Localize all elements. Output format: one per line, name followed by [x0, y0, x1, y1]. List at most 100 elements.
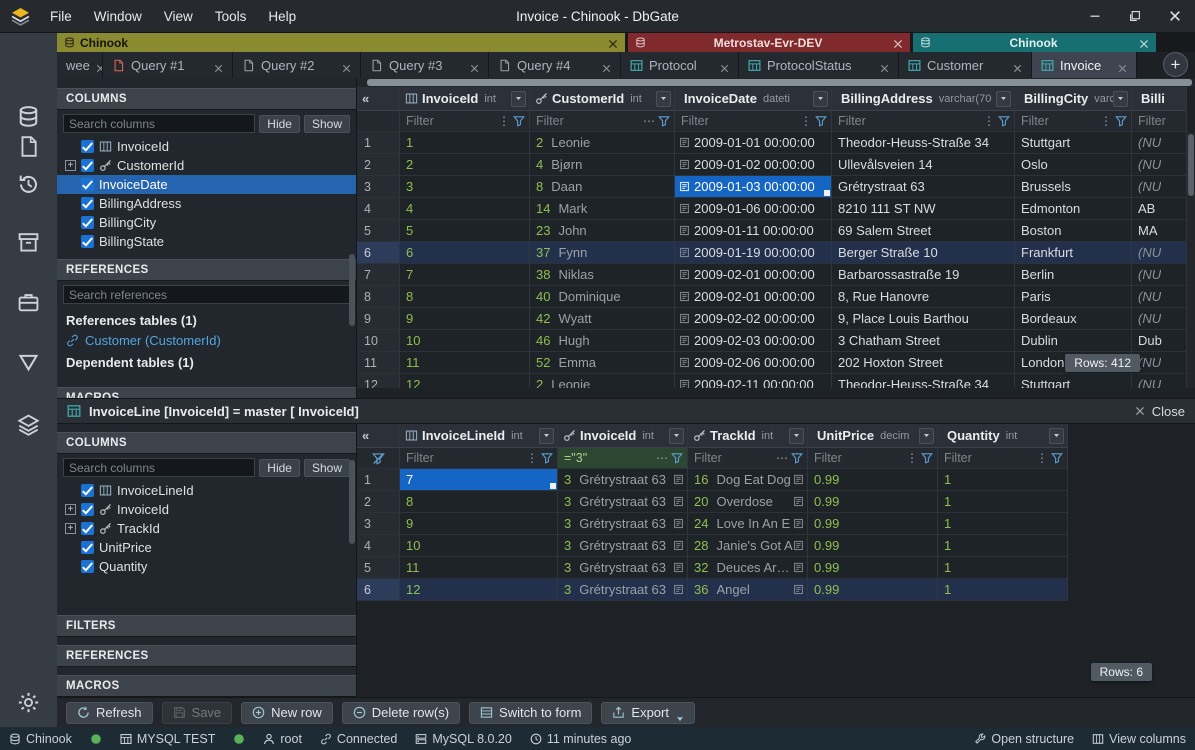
cell-invoiceid[interactable]: 7 — [400, 264, 530, 286]
filter-menu-icon[interactable]: ⋮ — [498, 114, 510, 128]
cell-quantity[interactable]: 1 — [938, 513, 1068, 535]
column-dropdown-button[interactable] — [919, 428, 934, 444]
cell-customerid[interactable]: 40Dominique — [530, 286, 675, 308]
cell-billingaddress[interactable]: 8210 111 ST NW — [832, 198, 1015, 220]
cell-unitprice[interactable]: 0.99 — [808, 535, 938, 557]
cell-invoicedate[interactable]: 2009-01-03 00:00:00 — [675, 176, 832, 198]
row-number[interactable]: 9 — [357, 308, 400, 330]
archive-icon[interactable] — [16, 229, 42, 255]
column-dropdown-button[interactable] — [789, 428, 804, 444]
tab-close-icon[interactable] — [214, 61, 223, 70]
tab-close-icon[interactable] — [1118, 61, 1127, 70]
tab-close-icon[interactable] — [1013, 61, 1022, 70]
cell-invoicelineid[interactable]: 12 — [400, 579, 558, 601]
filter-menu-icon[interactable]: ⋯ — [643, 114, 655, 128]
column-dropdown-button[interactable] — [656, 91, 671, 107]
filter-input-unitprice[interactable]: Filter⋮ — [808, 448, 938, 469]
files-icon[interactable] — [16, 133, 42, 159]
horizontal-scrollbar[interactable] — [357, 78, 1195, 87]
status-database-name[interactable]: MYSQL TEST — [120, 732, 216, 746]
cell-billingaddress[interactable]: 3 Chatham Street — [832, 330, 1015, 352]
panel-header-macros[interactable]: MACROS — [57, 387, 356, 398]
cell-invoiceid[interactable]: 3Grétrystraat 63 — [558, 535, 688, 557]
menu-view[interactable]: View — [153, 9, 204, 24]
show-button[interactable]: Show — [304, 459, 350, 477]
column-dropdown-button[interactable] — [539, 428, 554, 444]
cell-trackid[interactable]: 20Overdose — [688, 491, 808, 513]
cell-billingcity[interactable]: Paris — [1015, 286, 1132, 308]
expand-icon[interactable]: + — [65, 523, 76, 534]
cell-invoiceid[interactable]: 11 — [400, 352, 530, 374]
expand-icon[interactable]: + — [65, 504, 76, 515]
column-header-invoiceid[interactable]: InvoiceIdint — [400, 87, 530, 111]
panel-header-columns[interactable]: COLUMNS — [57, 432, 356, 454]
cell-invoiceid[interactable]: 2 — [400, 154, 530, 176]
cell-billingaddress[interactable]: Grétrystraat 63 — [832, 176, 1015, 198]
cell-trackid[interactable]: 24Love In An E — [688, 513, 808, 535]
status-open-structure[interactable]: Open structure — [974, 732, 1074, 746]
column-item-quantity[interactable]: Quantity — [57, 557, 356, 576]
panel-header-filters[interactable]: FILTERS — [57, 615, 356, 637]
row-number[interactable]: 1 — [357, 132, 400, 154]
row-number[interactable]: 4 — [357, 198, 400, 220]
cell-billingcity[interactable]: Bordeaux — [1015, 308, 1132, 330]
cell-invoicedate[interactable]: 2009-02-03 00:00:00 — [675, 330, 832, 352]
cell-invoicedate[interactable]: 2009-02-01 00:00:00 — [675, 264, 832, 286]
cell-invoicedate[interactable]: 2009-01-11 00:00:00 — [675, 220, 832, 242]
row-number[interactable]: 2 — [357, 491, 400, 513]
column-dropdown-button[interactable] — [813, 91, 828, 107]
vertical-scrollbar-thumb[interactable] — [1188, 134, 1194, 196]
cell-unitprice[interactable]: 0.99 — [808, 557, 938, 579]
cell-billingcity[interactable]: Stuttgart — [1015, 132, 1132, 154]
cell-invoiceid[interactable]: 4 — [400, 198, 530, 220]
panel-header-references[interactable]: REFERENCES — [57, 259, 356, 281]
panel-header-references[interactable]: REFERENCES — [57, 645, 356, 667]
tab-group-metrostav-evr-dev-1[interactable]: Metrostav-Evr-DEV — [628, 33, 910, 52]
status-connection-status-led[interactable] — [90, 733, 102, 745]
panel-scrollbar[interactable] — [349, 254, 355, 326]
tab-query-1[interactable]: Query #1 — [103, 52, 233, 78]
cell-billi[interactable]: (NU — [1132, 132, 1187, 154]
column-header-invoicelineid[interactable]: InvoiceLineIdint — [400, 424, 558, 448]
cell-trackid[interactable]: 36Angel — [688, 579, 808, 601]
panel-header-columns[interactable]: COLUMNS — [57, 88, 356, 110]
cell-invoicelineid[interactable]: 9 — [400, 513, 558, 535]
tab-group-chinook-2[interactable]: Chinook — [913, 33, 1156, 52]
column-header-billingaddress[interactable]: BillingAddressvarchar(70 — [832, 87, 1015, 111]
close-detail-button[interactable]: Close — [1135, 404, 1185, 419]
collapse-panel-button[interactable]: « — [357, 424, 400, 448]
tab-customer[interactable]: Customer — [899, 52, 1032, 78]
cell-invoiceid[interactable]: 3Grétrystraat 63 — [558, 513, 688, 535]
cell-billingcity[interactable]: Boston — [1015, 220, 1132, 242]
column-dropdown-button[interactable] — [1113, 91, 1128, 107]
cell-customerid[interactable]: 2Leonie — [530, 132, 675, 154]
menu-tools[interactable]: Tools — [204, 9, 258, 24]
column-header-unitprice[interactable]: UnitPricedecim — [808, 424, 938, 448]
checkbox-icon[interactable] — [81, 541, 94, 554]
hide-button[interactable]: Hide — [259, 115, 300, 133]
cell-invoiceid[interactable]: 1 — [400, 132, 530, 154]
cell-billi[interactable]: (NU — [1132, 264, 1187, 286]
cell-invoicedate[interactable]: 2009-02-01 00:00:00 — [675, 286, 832, 308]
cell-billingcity[interactable]: Berlin — [1015, 264, 1132, 286]
column-item-customerid[interactable]: +CustomerId — [57, 156, 356, 175]
column-dropdown-button[interactable] — [1049, 428, 1064, 444]
search-references-input[interactable] — [63, 285, 350, 304]
cell-invoicelineid[interactable]: 8 — [400, 491, 558, 513]
cell-invoiceid[interactable]: 6 — [400, 242, 530, 264]
cell-invoicedate[interactable]: 2009-01-02 00:00:00 — [675, 154, 832, 176]
settings-icon[interactable] — [16, 689, 42, 715]
filter-input-invoicelineid[interactable]: Filter⋮ — [400, 448, 558, 469]
new-row-button[interactable]: New row — [241, 702, 333, 724]
checkbox-icon[interactable] — [81, 503, 94, 516]
collapse-panel-button[interactable]: « — [357, 87, 400, 111]
status-user-name[interactable]: root — [263, 732, 302, 746]
cell-customerid[interactable]: 52Emma — [530, 352, 675, 374]
filter-input-invoiceid[interactable]: ="3"⋯ — [558, 448, 688, 469]
fill-handle[interactable] — [550, 483, 556, 489]
search-columns-input[interactable] — [63, 114, 255, 133]
row-number[interactable]: 8 — [357, 286, 400, 308]
cell-trackid[interactable]: 28Janie's Got A — [688, 535, 808, 557]
column-header-quantity[interactable]: Quantityint — [938, 424, 1068, 448]
column-header-billingcity[interactable]: BillingCityvarcha — [1015, 87, 1132, 111]
